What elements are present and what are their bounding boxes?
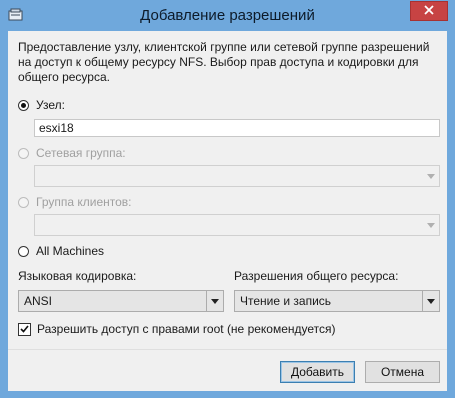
host-radio[interactable]	[18, 99, 29, 111]
all-machines-label: All Machines	[36, 244, 105, 258]
client-group-radio	[18, 196, 29, 208]
host-label: Узел:	[36, 98, 65, 112]
netgroup-radio	[18, 147, 29, 159]
close-icon	[424, 4, 434, 18]
chevron-down-icon	[422, 291, 439, 311]
dialog-title: Добавление разрешений	[140, 7, 315, 24]
all-machines-radio-row[interactable]: All Machines	[18, 243, 104, 259]
dialog-window: Добавление разрешений Предоставление узл…	[0, 0, 455, 398]
encoding-value: ANSI	[24, 294, 53, 308]
chevron-down-icon	[423, 166, 439, 186]
encoding-select[interactable]: ANSI	[18, 290, 224, 312]
permissions-select[interactable]: Чтение и запись	[234, 290, 440, 312]
root-access-checkbox[interactable]	[18, 322, 31, 336]
chevron-down-icon	[423, 215, 439, 235]
encoding-label: Языковая кодировка:	[18, 269, 137, 283]
description-text: Предоставление узлу, клиентской группе и…	[18, 40, 430, 84]
netgroup-combo	[34, 165, 440, 187]
permissions-value: Чтение и запись	[240, 294, 332, 308]
netgroup-radio-row: Сетевая группа:	[18, 145, 126, 161]
root-access-label: Разрешить доступ с правами root (не реко…	[37, 322, 336, 336]
add-button[interactable]: Добавить	[280, 361, 355, 383]
dialog-body: Предоставление узлу, клиентской группе и…	[8, 31, 447, 391]
root-access-row[interactable]: Разрешить доступ с правами root (не реко…	[18, 322, 336, 336]
cancel-button[interactable]: Отмена	[365, 361, 440, 383]
title-bar[interactable]: Добавление разрешений	[0, 0, 455, 31]
client-group-combo	[34, 214, 440, 236]
netgroup-label: Сетевая группа:	[36, 146, 126, 160]
permissions-label: Разрешения общего ресурса:	[234, 269, 399, 283]
client-group-label: Группа клиентов:	[36, 195, 132, 209]
all-machines-radio[interactable]	[18, 245, 29, 257]
client-group-radio-row: Группа клиентов:	[18, 194, 132, 210]
host-radio-row[interactable]: Узел:	[18, 97, 65, 113]
button-bar: Добавить Отмена	[8, 349, 447, 391]
close-button[interactable]	[410, 1, 448, 21]
check-icon	[20, 325, 29, 333]
chevron-down-icon	[206, 291, 223, 311]
host-input[interactable]: esxi18	[34, 119, 440, 137]
